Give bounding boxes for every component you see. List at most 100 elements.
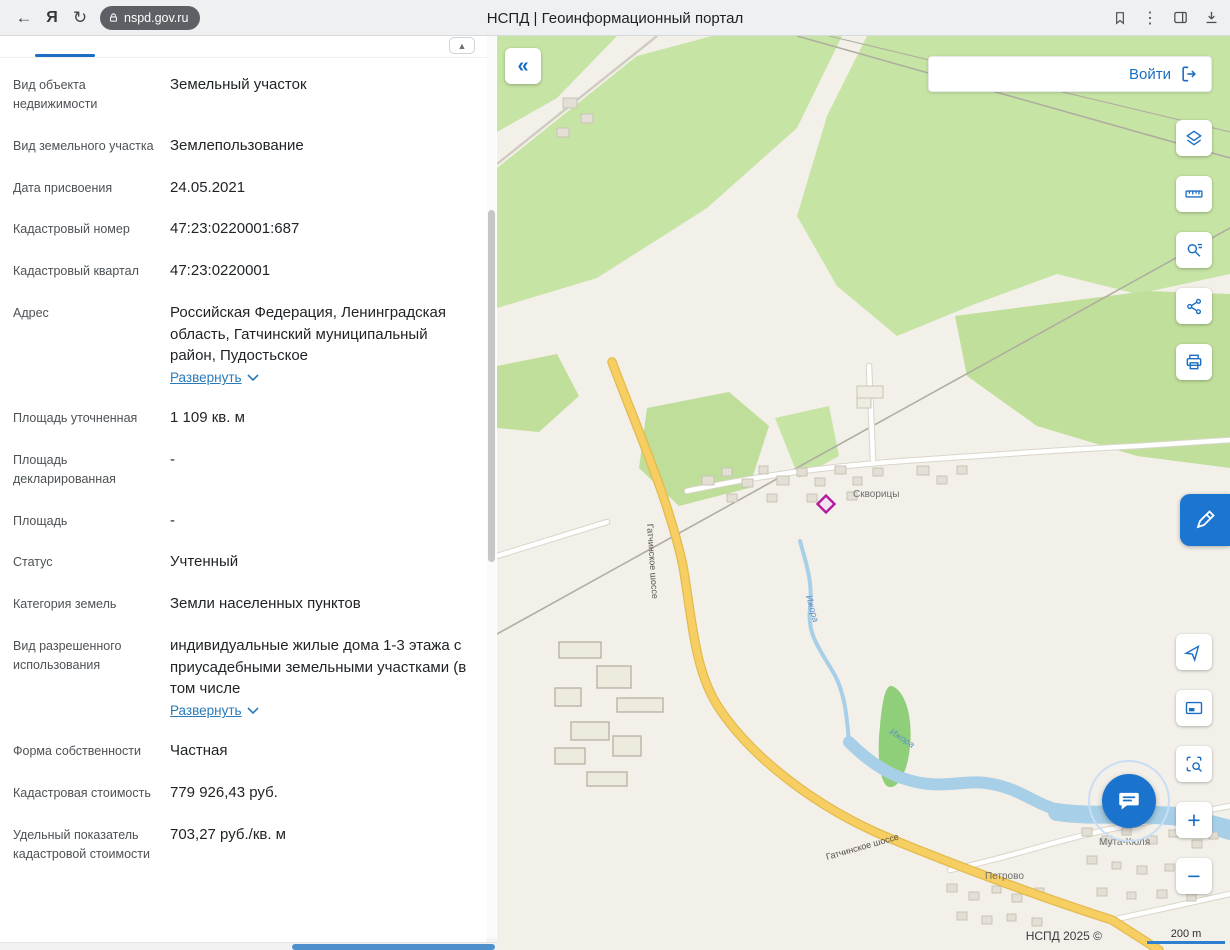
panel-collapse-button[interactable]: ▲ [449, 37, 475, 54]
ruler-icon [1184, 184, 1204, 204]
reload-button[interactable]: ↻ [66, 4, 94, 32]
expand-link[interactable]: Развернуть [170, 703, 259, 718]
scale-bar: 200 m [1147, 928, 1225, 944]
label-skvoritsy: Скворицы [853, 489, 899, 500]
vertical-scrollbar-thumb[interactable] [488, 210, 495, 562]
panel-hide-button[interactable]: « [505, 48, 541, 84]
panel-header: ▲ [0, 36, 497, 58]
attribute-label: Удельный показатель кадастровой стоимост… [13, 824, 163, 865]
attribute-value: Частная [170, 740, 471, 762]
share-icon [1185, 297, 1204, 316]
attribute-value: Учтенный [170, 551, 471, 573]
attribute-row: Вид объекта недвижимости Земельный участ… [13, 74, 471, 115]
attribute-value: 24.05.2021 [170, 177, 471, 199]
attribute-row: Дата присвоения 24.05.2021 [13, 177, 471, 199]
menu-icon[interactable]: ⋮ [1142, 8, 1158, 28]
attribute-value: Земли населенных пунктов [170, 593, 471, 615]
browser-chrome: ← Я ↻ nspd.gov.ru НСПД | Геоинформационн… [0, 0, 1230, 36]
zoom-in-button[interactable]: + [1176, 802, 1212, 838]
layers-icon [1184, 128, 1204, 148]
chat-fab-button[interactable] [1102, 774, 1156, 828]
back-button[interactable]: ← [10, 4, 38, 32]
chat-icon [1116, 788, 1142, 814]
attribute-row: Адрес Российская Федерация, Ленинградска… [13, 302, 471, 387]
yandex-icon[interactable]: Я [38, 4, 66, 32]
expand-link[interactable]: Развернуть [170, 370, 259, 385]
attribute-value: - [170, 449, 471, 471]
attribute-value: - [170, 510, 471, 532]
attribute-value: 47:23:0220001:687 [170, 218, 471, 240]
pen-icon [1193, 508, 1217, 532]
share-button[interactable] [1176, 288, 1212, 324]
print-button[interactable] [1176, 344, 1212, 380]
active-tab-indicator [35, 54, 95, 57]
attribute-row: Статус Учтенный [13, 551, 471, 573]
address-bar[interactable]: nspd.gov.ru [100, 6, 200, 30]
label-petrovo: Петрово [985, 871, 1024, 882]
url-text: nspd.gov.ru [124, 11, 188, 25]
chevron-down-icon [247, 374, 259, 382]
login-button[interactable]: Войти [928, 56, 1212, 92]
layers-button[interactable] [1176, 120, 1212, 156]
tab-title: НСПД | Геоинформационный портал [487, 0, 743, 36]
attribute-label: Дата присвоения [13, 177, 163, 199]
area-search-icon [1184, 754, 1204, 774]
attribute-row: Удельный показатель кадастровой стоимост… [13, 824, 471, 865]
measure-button[interactable] [1176, 176, 1212, 212]
overview-map-icon [1184, 698, 1204, 718]
lock-icon [108, 12, 119, 23]
attribute-label: Площадь [13, 510, 163, 532]
attribute-value: индивидуальные жилые дома 1-3 этажа с пр… [170, 635, 471, 700]
login-icon [1179, 64, 1199, 84]
download-icon[interactable] [1203, 9, 1220, 26]
attribute-row: Кадастровая стоимость 779 926,43 руб. [13, 782, 471, 804]
attribute-label: Кадастровая стоимость [13, 782, 163, 804]
attribute-label: Вид разрешенного использования [13, 635, 163, 720]
attribute-label: Кадастровый номер [13, 218, 163, 240]
zoom-out-button[interactable]: − [1176, 858, 1212, 894]
attribute-value: 1 109 кв. м [170, 407, 471, 429]
navigation-arrow-icon [1184, 642, 1204, 662]
object-search-icon [1184, 240, 1204, 260]
attribute-label: Категория земель [13, 593, 163, 615]
attribute-label: Вид земельного участка [13, 135, 163, 157]
horizontal-scrollbar[interactable] [0, 942, 497, 950]
area-search-button[interactable] [1176, 746, 1212, 782]
login-label: Войти [1129, 66, 1171, 83]
attribute-row: Площадь уточненная 1 109 кв. м [13, 407, 471, 429]
attribute-label: Площадь уточненная [13, 407, 163, 429]
attribute-row: Вид земельного участка Землепользование [13, 135, 471, 157]
attribute-row: Площадь - [13, 510, 471, 532]
attribute-value: Земельный участок [170, 74, 471, 96]
attribute-row: Площадь декларированная - [13, 449, 471, 490]
attribute-row: Кадастровый квартал 47:23:0220001 [13, 260, 471, 282]
attribute-row: Категория земель Земли населенных пункто… [13, 593, 471, 615]
attribute-row: Вид разрешенного использования индивидуа… [13, 635, 471, 720]
panels-icon[interactable] [1172, 9, 1189, 26]
object-search-button[interactable] [1176, 232, 1212, 268]
my-location-button[interactable] [1176, 634, 1212, 670]
object-info-panel: ▲ Вид объекта недвижимости Земельный уча… [0, 36, 497, 950]
attribute-label: Кадастровый квартал [13, 260, 163, 282]
attribute-value: 703,27 руб./кв. м [170, 824, 471, 846]
attribute-row: Форма собственности Частная [13, 740, 471, 762]
attribute-label: Площадь декларированная [13, 449, 163, 490]
vertical-scrollbar[interactable] [487, 36, 496, 942]
map-attribution: НСПД 2025 © [1026, 929, 1102, 943]
feedback-tab[interactable] [1180, 494, 1230, 546]
attribute-label: Адрес [13, 302, 163, 387]
attributes-list: Вид объекта недвижимости Земельный участ… [0, 58, 497, 864]
chevron-down-icon [247, 707, 259, 715]
map-container: Скворицы Мута-Кюля Петрово Ижора Ижора Г… [497, 36, 1230, 950]
horizontal-scrollbar-thumb[interactable] [292, 944, 495, 950]
attribute-value: 47:23:0220001 [170, 260, 471, 282]
bookmark-icon[interactable] [1112, 10, 1128, 26]
attribute-value: Землепользование [170, 135, 471, 157]
print-icon [1184, 352, 1204, 372]
attribute-row: Кадастровый номер 47:23:0220001:687 [13, 218, 471, 240]
attribute-value: Российская Федерация, Ленинградская обла… [170, 302, 471, 367]
overview-map-button[interactable] [1176, 690, 1212, 726]
attribute-label: Статус [13, 551, 163, 573]
attribute-label: Вид объекта недвижимости [13, 74, 163, 115]
attribute-value: 779 926,43 руб. [170, 782, 471, 804]
